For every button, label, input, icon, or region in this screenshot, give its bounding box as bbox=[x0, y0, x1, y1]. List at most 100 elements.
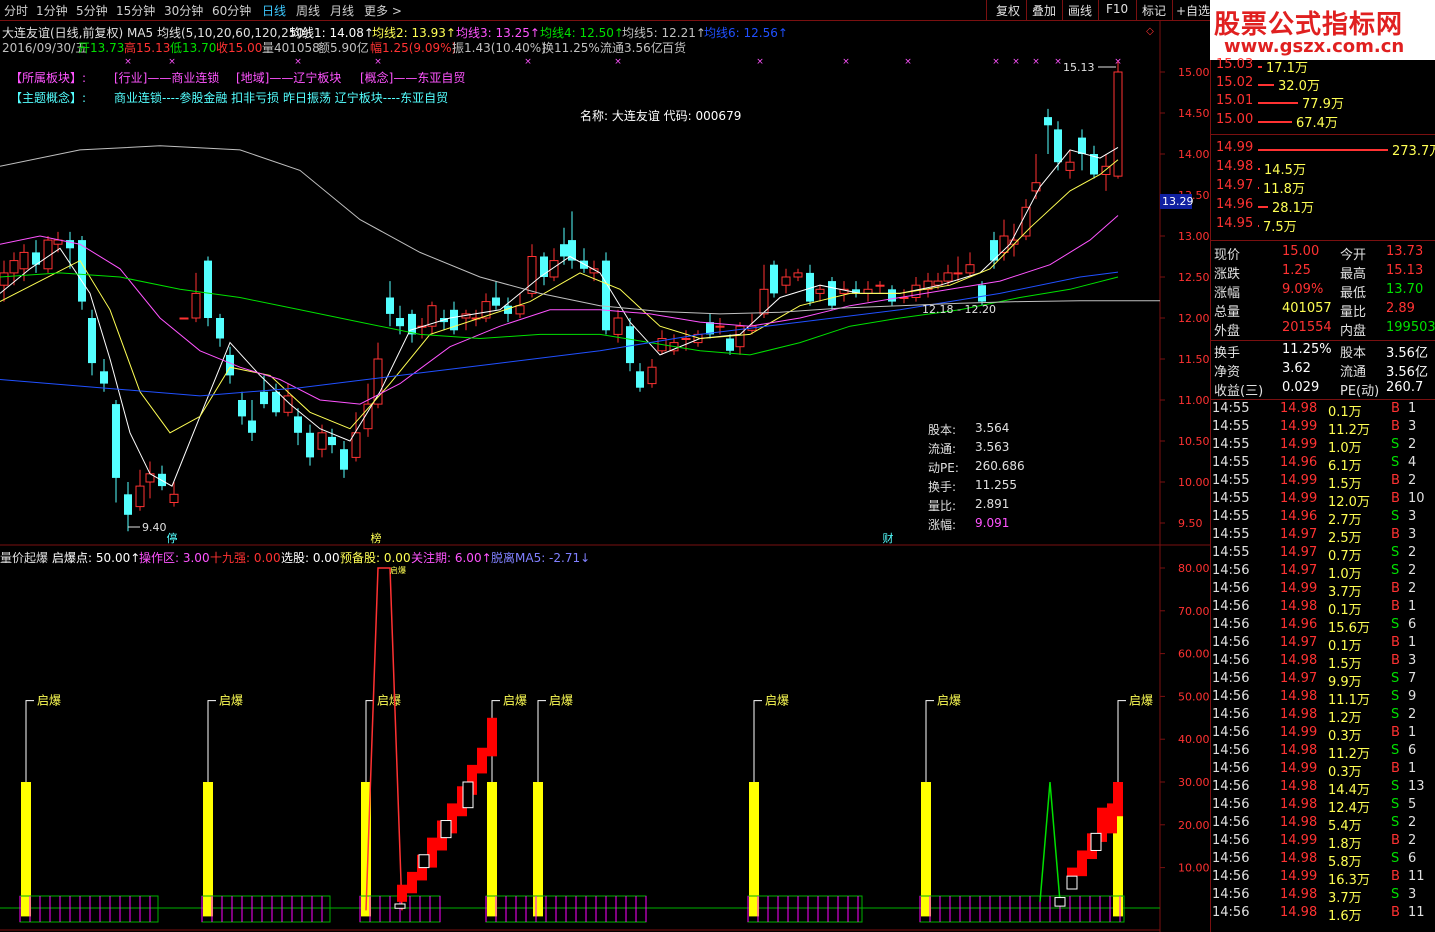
tick-price: 14.97 bbox=[1280, 671, 1318, 686]
tick-side: S bbox=[1391, 815, 1400, 830]
tick-price: 14.96 bbox=[1280, 617, 1318, 632]
tick-volume: 9.9万 bbox=[1328, 675, 1362, 690]
tick-side: B bbox=[1391, 761, 1400, 776]
price-axis-label: 12.00 bbox=[1178, 312, 1210, 325]
candle-body-down bbox=[1078, 137, 1086, 154]
tick-time: 14:56 bbox=[1212, 689, 1250, 704]
tick-time: 14:55 bbox=[1212, 401, 1250, 416]
candle-body-up bbox=[283, 395, 293, 413]
buy-volume: 273.7万 bbox=[1392, 144, 1435, 159]
indicator-block bbox=[477, 747, 487, 774]
tick-count: 2 bbox=[1408, 437, 1417, 452]
price-axis-label: 11.50 bbox=[1178, 353, 1210, 366]
tick-price: 14.98 bbox=[1280, 689, 1318, 704]
tick-count: 2 bbox=[1408, 581, 1417, 596]
tick-count: 1 bbox=[1408, 725, 1417, 740]
buy-volume-bar bbox=[1258, 149, 1388, 151]
signal-marker: × bbox=[1032, 57, 1040, 67]
candle-body-down bbox=[602, 260, 610, 331]
tick-volume: 3.7万 bbox=[1328, 891, 1362, 906]
tick-time: 14:55 bbox=[1212, 419, 1250, 434]
price-axis-label: 10.50 bbox=[1178, 435, 1210, 448]
indicator-tl: 脱离MA5: -2.71↓ bbox=[491, 551, 591, 565]
candle-body-up bbox=[943, 272, 953, 282]
tick-count: 6 bbox=[1408, 743, 1417, 758]
tick-time: 14:56 bbox=[1212, 581, 1250, 596]
buy-price: 14.97 bbox=[1216, 178, 1254, 193]
sell-volume: 32.0万 bbox=[1278, 79, 1320, 94]
candle-body-up bbox=[965, 264, 975, 274]
tick-time: 14:55 bbox=[1212, 509, 1250, 524]
tick-time: 14:56 bbox=[1212, 599, 1250, 614]
signal-marker: × bbox=[374, 57, 382, 67]
tick-side: S bbox=[1391, 617, 1400, 632]
tick-volume: 0.1万 bbox=[1328, 639, 1362, 654]
tick-count: 6 bbox=[1408, 617, 1417, 632]
tick-price: 14.99 bbox=[1280, 419, 1318, 434]
quote-value: 0.029 bbox=[1282, 380, 1320, 395]
tick-time: 14:56 bbox=[1212, 779, 1250, 794]
quote-value: 199503 bbox=[1386, 320, 1435, 335]
signal-label: 启爆 bbox=[937, 694, 961, 708]
indicator-block bbox=[487, 717, 497, 757]
tick-count: 3 bbox=[1408, 527, 1417, 542]
indicator-block bbox=[1077, 850, 1087, 877]
tick-price: 14.98 bbox=[1280, 779, 1318, 794]
candle-body-up bbox=[613, 317, 623, 335]
tick-side: S bbox=[1391, 509, 1400, 524]
quote-value: 2.89 bbox=[1386, 301, 1415, 316]
quote-label: 最低 bbox=[1340, 286, 1367, 301]
tick-count: 11 bbox=[1408, 905, 1425, 920]
candle-body-down bbox=[124, 494, 132, 515]
tick-time: 14:56 bbox=[1212, 833, 1250, 848]
quote-label: 股本 bbox=[1340, 346, 1367, 361]
quote-value: 11.25% bbox=[1282, 342, 1332, 357]
price-axis-label: 9.50 bbox=[1178, 517, 1203, 530]
indicator-axis-label: 80.00 bbox=[1178, 562, 1210, 575]
quote-label: PE(动) bbox=[1340, 384, 1380, 399]
quote-label: 换手 bbox=[1214, 346, 1241, 361]
tick-price: 14.96 bbox=[1280, 509, 1318, 524]
candle-body-down bbox=[306, 432, 314, 458]
zone-box bbox=[201, 895, 331, 923]
tick-side: S bbox=[1391, 887, 1400, 902]
candle-body-down bbox=[1044, 117, 1052, 126]
tick-count: 13 bbox=[1408, 779, 1425, 794]
spike-line bbox=[1039, 781, 1061, 902]
tick-count: 2 bbox=[1408, 473, 1417, 488]
quote-label: 净资 bbox=[1214, 365, 1241, 380]
panel-divider bbox=[1210, 340, 1435, 341]
tick-count: 11 bbox=[1408, 869, 1425, 884]
tick-volume: 2.5万 bbox=[1328, 531, 1362, 546]
indicator-axis-label: 40.00 bbox=[1178, 733, 1210, 746]
indicator-hollow-box bbox=[1090, 832, 1102, 851]
candle-body-up bbox=[527, 256, 537, 294]
tick-price: 14.98 bbox=[1280, 815, 1318, 830]
buy-volume: 28.1万 bbox=[1272, 201, 1314, 216]
candle-body-up bbox=[515, 305, 525, 315]
tick-count: 2 bbox=[1408, 545, 1417, 560]
sell-volume-bar bbox=[1258, 66, 1262, 68]
candle-body-down bbox=[396, 318, 404, 327]
indicator-hollow-box bbox=[440, 820, 452, 839]
tick-price: 14.98 bbox=[1280, 887, 1318, 902]
tick-price: 14.99 bbox=[1280, 581, 1318, 596]
tick-price: 14.98 bbox=[1280, 599, 1318, 614]
tick-volume: 5.8万 bbox=[1328, 855, 1362, 870]
tick-count: 1 bbox=[1408, 599, 1417, 614]
candle-body-up bbox=[9, 260, 19, 274]
event-mark: 榜 bbox=[371, 531, 382, 545]
tick-count: 3 bbox=[1408, 887, 1417, 902]
tick-count: 4 bbox=[1408, 455, 1417, 470]
quote-value: 15.13 bbox=[1386, 263, 1424, 278]
indicator-qbd: 启爆点: 50.00↑ bbox=[52, 551, 141, 565]
tick-count: 9 bbox=[1408, 689, 1417, 704]
candle-body-down bbox=[216, 318, 224, 339]
tick-price: 14.99 bbox=[1280, 869, 1318, 884]
tick-volume: 1.5万 bbox=[1328, 477, 1362, 492]
quote-label: 最高 bbox=[1340, 267, 1367, 282]
tick-side: B bbox=[1391, 833, 1400, 848]
tick-count: 1 bbox=[1408, 761, 1417, 776]
candlestick-chart[interactable]: 15.0014.5014.0013.5013.0012.5012.0011.50… bbox=[0, 0, 1210, 932]
sell-volume-bar bbox=[1258, 84, 1274, 86]
